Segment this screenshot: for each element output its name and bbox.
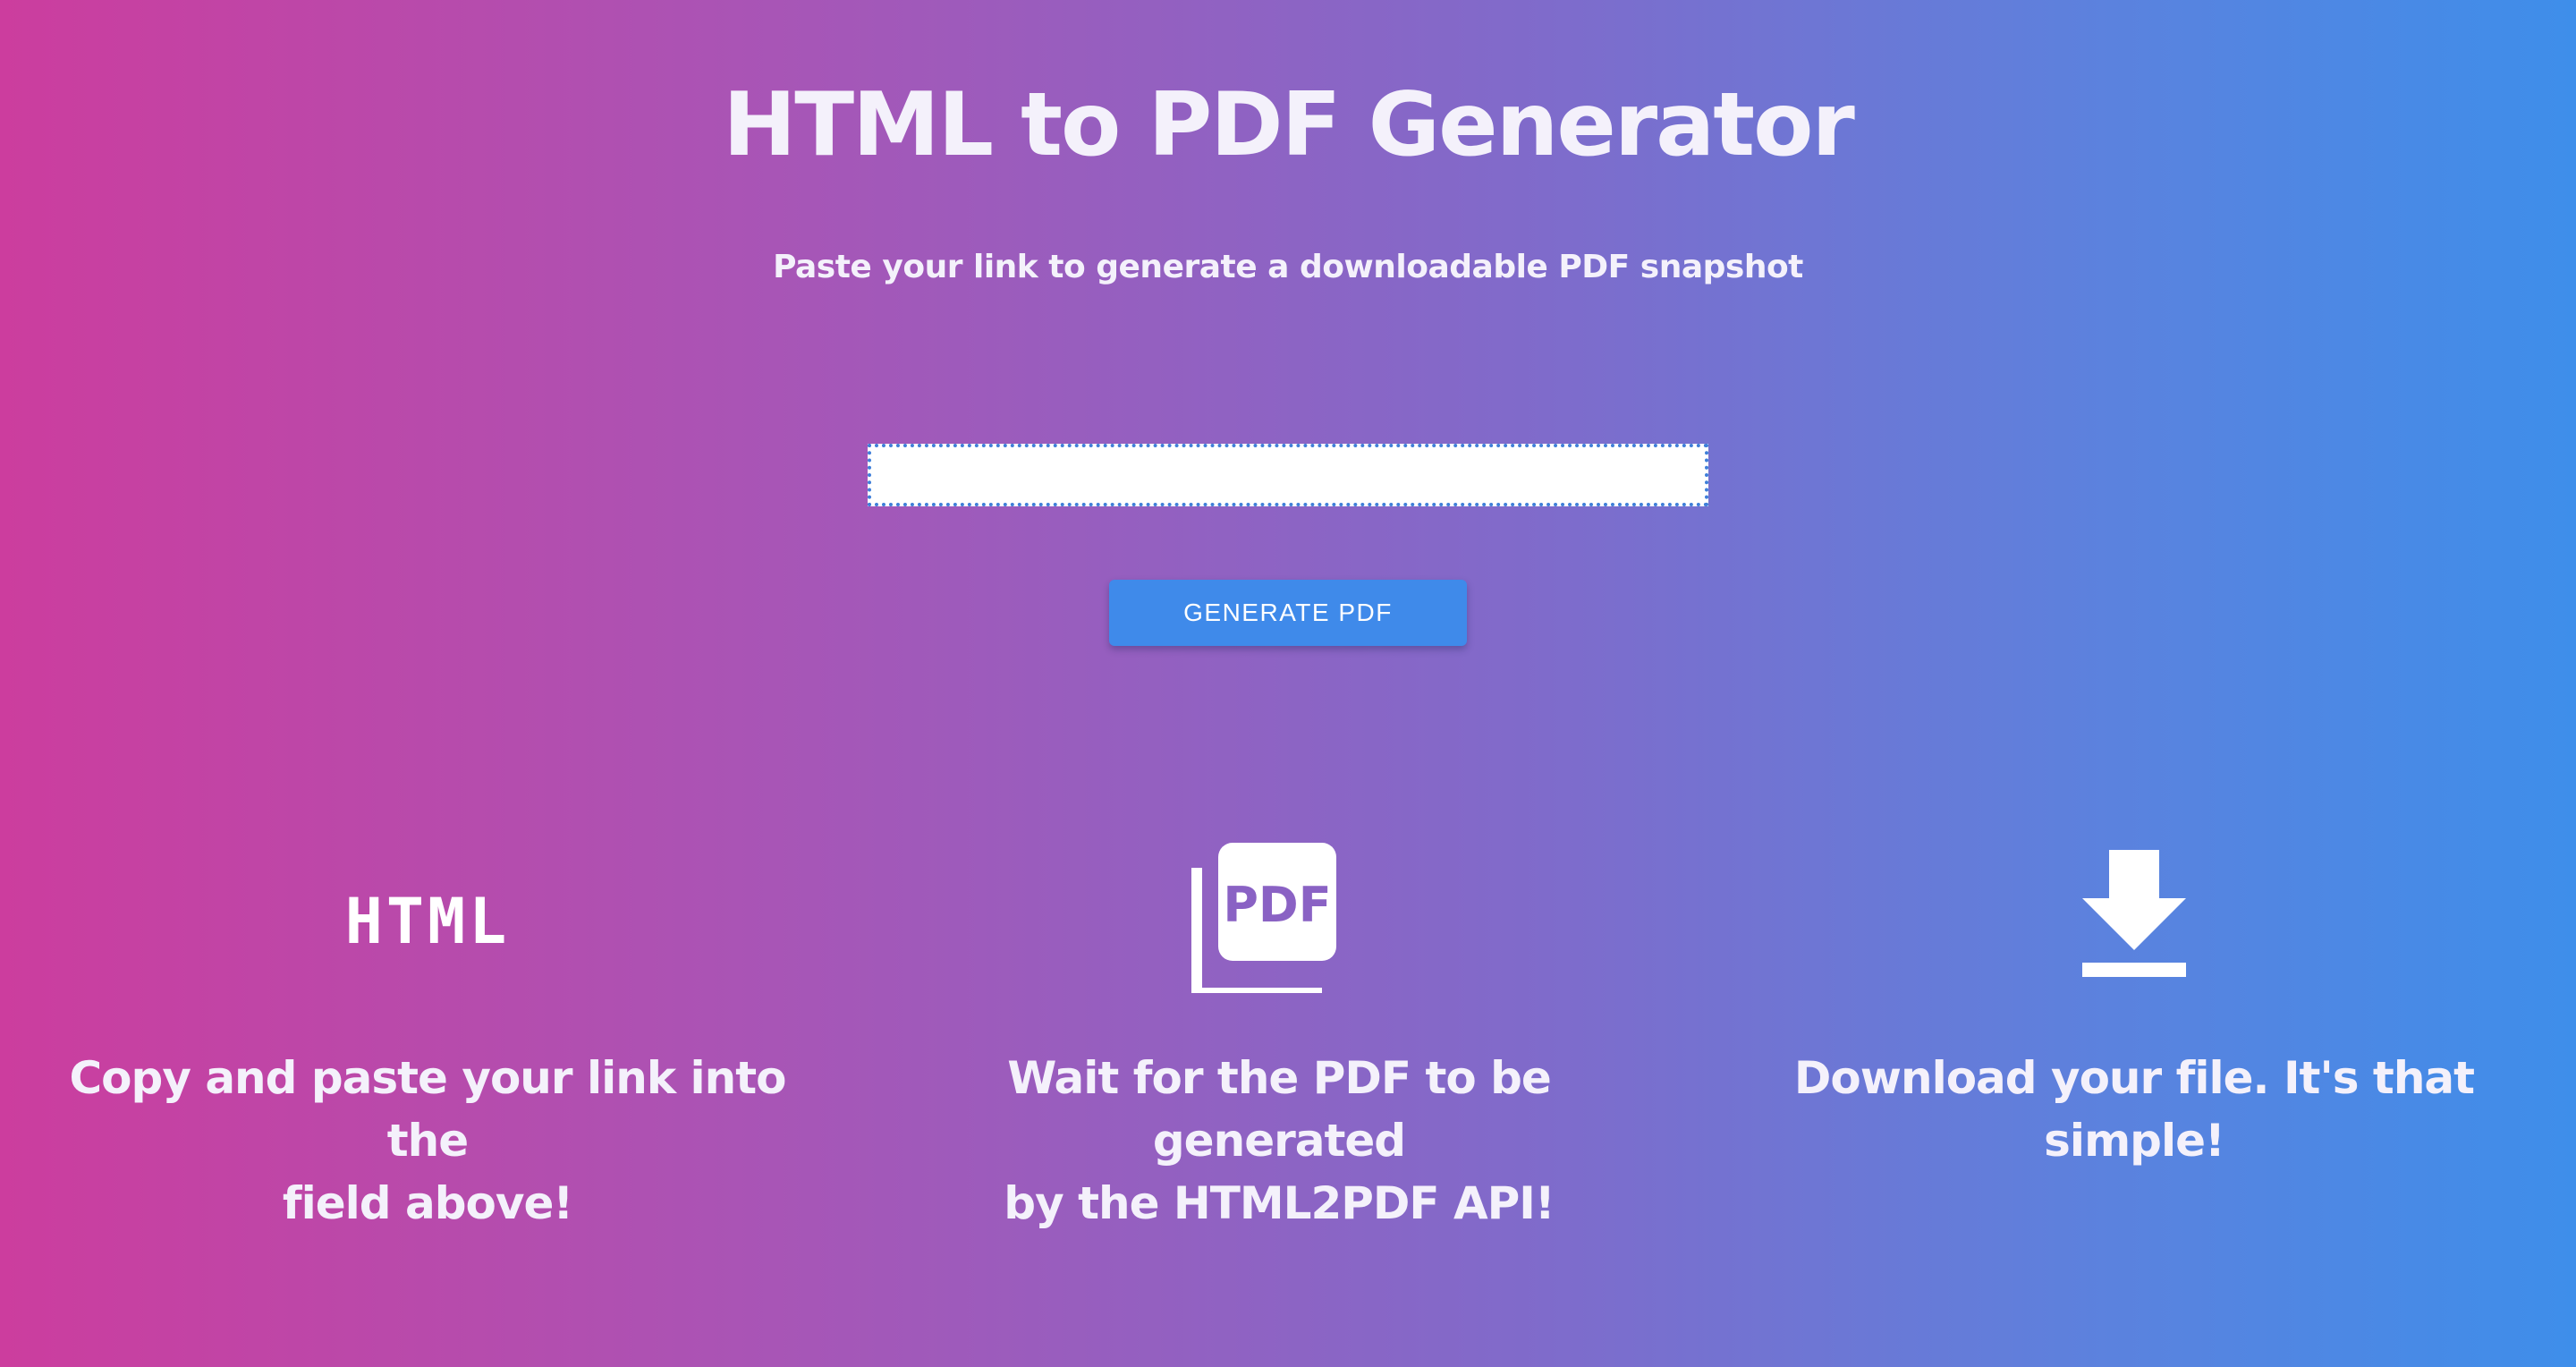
step-copy-paste: HTML xyxy=(25,832,830,993)
page: HTML to PDF Generator Paste your link to… xyxy=(0,0,2576,1367)
pdf-icon-text: PDF xyxy=(1223,877,1331,933)
page-subtitle: Paste your link to generate a downloadab… xyxy=(773,249,1803,285)
caption-line: Download your file. It's that xyxy=(1793,1052,2475,1104)
html-icon-text: HTML xyxy=(345,885,511,958)
step-caption-download: Download your file. It's that simple! xyxy=(1732,1047,2537,1172)
caption-line: Copy and paste your link into the xyxy=(69,1052,786,1167)
step-caption-copy-paste: Copy and paste your link into the field … xyxy=(25,1047,830,1235)
url-input[interactable] xyxy=(868,444,1708,506)
step-wait: PDF xyxy=(877,832,1682,993)
caption-line: simple! xyxy=(2044,1115,2225,1167)
html-icon: HTML xyxy=(311,832,544,993)
caption-line: by the HTML2PDF API! xyxy=(1004,1177,1555,1229)
caption-line: field above! xyxy=(282,1177,573,1229)
page-title: HTML to PDF Generator xyxy=(723,74,1855,176)
pdf-icon: PDF xyxy=(1163,832,1395,993)
step-download xyxy=(1732,832,2537,993)
generate-pdf-button[interactable]: GENERATE PDF xyxy=(1109,580,1467,646)
caption-line: Wait for the PDF to be generated xyxy=(1007,1052,1552,1167)
step-caption-wait: Wait for the PDF to be generated by the … xyxy=(877,1047,1682,1235)
download-icon xyxy=(2018,832,2250,993)
